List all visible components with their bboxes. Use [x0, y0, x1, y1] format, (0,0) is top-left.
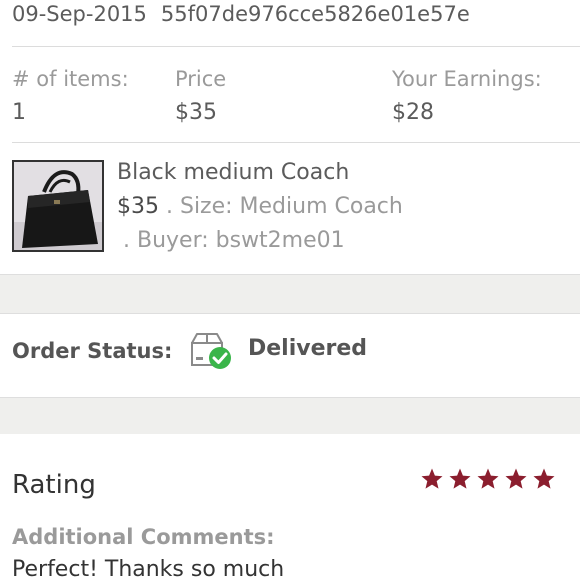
- items-count-value: 1: [12, 100, 26, 125]
- earnings-column: Your Earnings: $28: [392, 66, 542, 130]
- rating-stars: [420, 467, 560, 491]
- item-price: $35: [117, 194, 159, 219]
- item-size: . Size: Medium Coach: [159, 194, 403, 219]
- divider: [12, 46, 580, 47]
- earnings-label: Your Earnings:: [392, 67, 542, 91]
- additional-comments-label: Additional Comments:: [12, 525, 275, 549]
- items-count-column: # of items: 1: [12, 66, 129, 130]
- handbag-icon: [14, 162, 102, 250]
- star-icon: [533, 468, 555, 489]
- package-delivered-icon: [191, 333, 231, 369]
- order-details-section: 09-Sep-2015 55f07de976cce5826e01e57e # of…: [0, 0, 580, 274]
- section-separator: [0, 397, 580, 435]
- divider: [12, 142, 580, 143]
- order-status-label: Order Status:: [12, 339, 173, 363]
- price-label: Price: [175, 67, 227, 91]
- star-icon: [449, 468, 471, 489]
- order-id: 55f07de976cce5826e01e57e: [160, 2, 470, 26]
- order-status-value: Delivered: [248, 336, 368, 361]
- rating-label: Rating: [12, 470, 96, 500]
- order-date: 09-Sep-2015: [12, 2, 147, 26]
- order-header-line: 09-Sep-2015 55f07de976cce5826e01e57e: [12, 2, 470, 26]
- price-value: $35: [175, 100, 217, 125]
- star-icon: [505, 468, 527, 489]
- items-count-label: # of items:: [12, 67, 129, 91]
- item-thumbnail[interactable]: [12, 160, 104, 252]
- item-price-size-line: $35 . Size: Medium Coach: [117, 194, 403, 219]
- item-title[interactable]: Black medium Coach: [117, 160, 349, 185]
- additional-comments-text: Perfect! Thanks so much: [12, 557, 285, 582]
- star-icon: [421, 468, 443, 489]
- earnings-value: $28: [392, 100, 434, 125]
- item-buyer[interactable]: . Buyer: bswt2me01: [123, 228, 345, 253]
- price-column: Price $35: [175, 66, 226, 130]
- star-icon: [477, 468, 499, 489]
- section-separator: [0, 274, 580, 314]
